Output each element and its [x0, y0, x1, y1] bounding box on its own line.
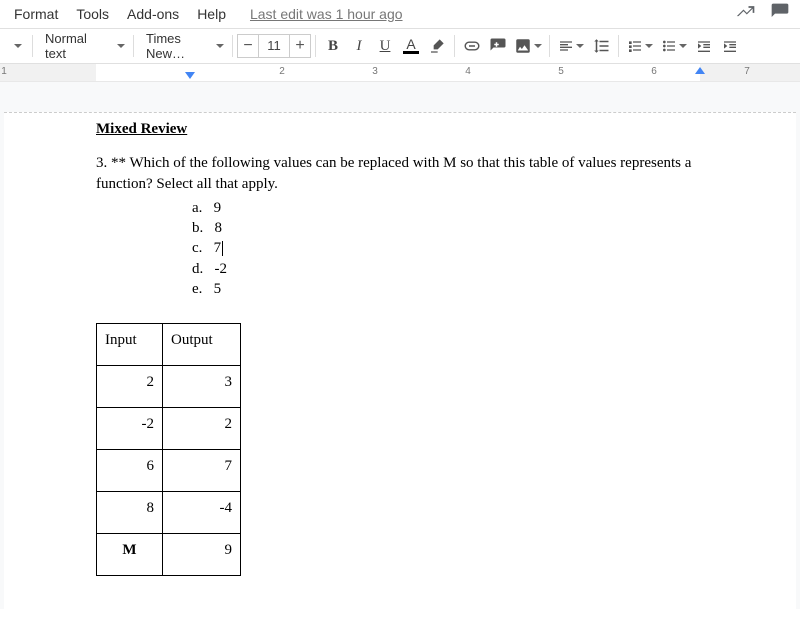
last-edit-link[interactable]: Last edit was 1 hour ago: [236, 6, 403, 22]
chevron-down-icon: [216, 44, 224, 48]
chevron-down-icon: [117, 44, 125, 48]
table-row: -22: [97, 408, 241, 450]
line-spacing-button[interactable]: [588, 33, 614, 59]
more-button[interactable]: [2, 33, 28, 59]
chevron-down-icon: [534, 44, 542, 48]
table-row: 23: [97, 366, 241, 408]
ruler-number: 2: [279, 66, 285, 77]
text-color-letter: A: [406, 38, 415, 50]
comment-icon[interactable]: [770, 2, 790, 25]
menu-addons[interactable]: Add-ons: [119, 2, 187, 26]
table-header-output: Output: [163, 324, 241, 366]
font-size-increase[interactable]: +: [289, 34, 311, 58]
font-size-decrease[interactable]: −: [237, 34, 259, 58]
highlight-button[interactable]: [424, 33, 450, 59]
ruler[interactable]: 1 2 3 4 5 6 7: [0, 64, 800, 82]
indent-marker-left[interactable]: [185, 72, 195, 79]
font-size-control: − 11 +: [237, 34, 311, 58]
chevron-down-icon: [576, 44, 584, 48]
ruler-number: 7: [744, 66, 750, 77]
chevron-down-icon: [679, 44, 687, 48]
table-row: 67: [97, 450, 241, 492]
values-table: Input Output 23 -22 67 8-4 M9: [96, 323, 241, 576]
ruler-number: 5: [558, 66, 564, 77]
paragraph-style-dropdown[interactable]: Normal text: [37, 33, 129, 59]
option-e: e. 5: [192, 279, 704, 299]
answer-options: a. 9 b. 8 c. 7 d. -2 e. 5: [192, 198, 704, 299]
menu-format[interactable]: Format: [6, 2, 66, 26]
ruler-number: 3: [372, 66, 378, 77]
align-button[interactable]: [554, 33, 588, 59]
menu-tools[interactable]: Tools: [68, 2, 117, 26]
indent-button[interactable]: [717, 33, 743, 59]
option-b: b. 8: [192, 218, 704, 238]
insert-image-button[interactable]: [511, 33, 545, 59]
text-color-bar: [403, 51, 419, 54]
font-family-dropdown[interactable]: Times New…: [138, 33, 228, 59]
underline-button[interactable]: U: [372, 33, 398, 59]
table-row: M9: [97, 534, 241, 576]
font-family-label: Times New…: [146, 31, 210, 61]
table-row: 8-4: [97, 492, 241, 534]
bulleted-list-button[interactable]: [657, 33, 691, 59]
ruler-number: 4: [465, 66, 471, 77]
document-area: Mixed Review 3. ** Which of the followin…: [0, 82, 800, 609]
bold-button[interactable]: B: [320, 33, 346, 59]
trend-icon[interactable]: [736, 2, 756, 25]
toolbar: Normal text Times New… − 11 + B I U A: [0, 28, 800, 64]
text-cursor: [222, 241, 223, 256]
question-text: 3. ** Which of the following values can …: [96, 153, 704, 194]
document-page[interactable]: Mixed Review 3. ** Which of the followin…: [4, 112, 796, 612]
chevron-down-icon: [645, 44, 653, 48]
menu-bar: Format Tools Add-ons Help Last edit was …: [0, 0, 800, 28]
indent-marker-right[interactable]: [695, 67, 705, 74]
add-comment-button[interactable]: [485, 33, 511, 59]
option-d: d. -2: [192, 259, 704, 279]
font-size-input[interactable]: 11: [259, 34, 289, 58]
table-header-input: Input: [97, 324, 163, 366]
italic-button[interactable]: I: [346, 33, 372, 59]
ruler-number: 1: [1, 66, 7, 77]
text-color-button[interactable]: A: [398, 33, 424, 59]
ruler-number: 6: [651, 66, 657, 77]
section-heading: Mixed Review: [96, 119, 704, 139]
insert-link-button[interactable]: [459, 33, 485, 59]
outdent-button[interactable]: [691, 33, 717, 59]
menu-help[interactable]: Help: [189, 2, 234, 26]
option-a: a. 9: [192, 198, 704, 218]
checklist-button[interactable]: [623, 33, 657, 59]
paragraph-style-label: Normal text: [45, 31, 111, 61]
option-c: c. 7: [192, 238, 704, 258]
